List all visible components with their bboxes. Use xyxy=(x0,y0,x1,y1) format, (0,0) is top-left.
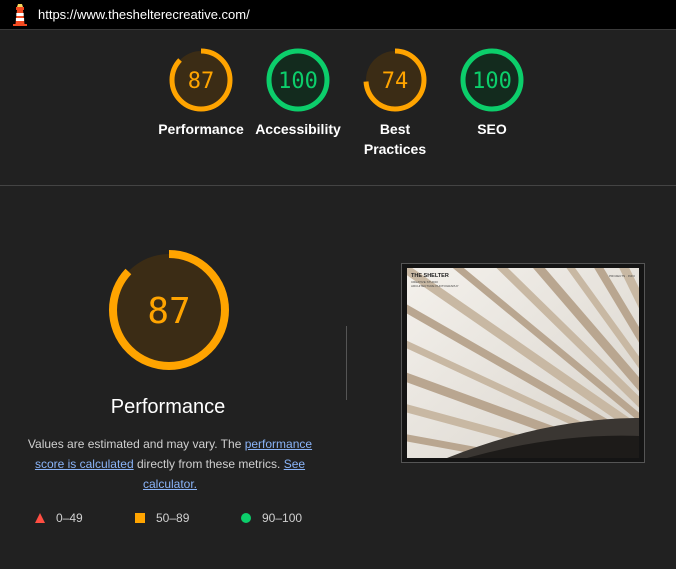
gauge-seo[interactable]: 100 SEO xyxy=(442,47,542,139)
gauge-ring: 74 xyxy=(363,48,427,112)
gauge-ring: 87 xyxy=(169,48,233,112)
gauge-label: Best Practices xyxy=(363,121,427,157)
gauge-score: 87 xyxy=(188,69,215,94)
gauge-score: 100 xyxy=(472,69,512,94)
page-url[interactable]: https://www.theshelterecreative.com/ xyxy=(38,7,250,22)
screenshot-tagline-2: ARCHITECTURE PHOTOGRAPHY xyxy=(411,284,459,288)
triangle-icon xyxy=(35,513,45,523)
legend-item-fail: 0–49 xyxy=(34,511,83,525)
gauge-score: 74 xyxy=(382,69,409,94)
url-bar: https://www.theshelterecreative.com/ xyxy=(0,0,676,30)
score-legend: 0–49 50–89 90–100 xyxy=(0,511,676,527)
screenshot-brand: THE SHELTER xyxy=(411,273,449,279)
legend-item-average: 50–89 xyxy=(134,511,189,525)
screenshot-nav: PROJECTS · INFO xyxy=(609,274,636,278)
square-icon xyxy=(135,513,145,523)
gauge-label: Performance xyxy=(158,121,244,137)
gauge-accessibility[interactable]: 100 Accessibility xyxy=(248,47,348,139)
vertical-separator xyxy=(346,326,347,400)
page-screenshot-thumbnail[interactable]: THE SHELTER CREATIVE STUDIO ARCHITECTURE… xyxy=(401,263,645,463)
gauge-best-practices[interactable]: 74 Best Practices xyxy=(345,47,445,159)
gauge-performance[interactable]: 87 Performance xyxy=(151,47,251,139)
gauge-ring: 100 xyxy=(460,48,524,112)
gauge-ring: 100 xyxy=(266,48,330,112)
performance-title: Performance xyxy=(110,396,226,418)
performance-score: 87 xyxy=(147,291,190,332)
performance-description: Values are estimated and may vary. The p… xyxy=(27,437,313,491)
gauge-label: Accessibility xyxy=(255,121,341,137)
lighthouse-icon xyxy=(13,3,27,26)
gauge-label: SEO xyxy=(477,121,507,137)
architecture-photo: THE SHELTER CREATIVE STUDIO ARCHITECTURE… xyxy=(407,268,639,458)
circle-icon xyxy=(241,513,251,523)
screenshot-image: THE SHELTER CREATIVE STUDIO ARCHITECTURE… xyxy=(407,268,639,458)
legend-item-pass: 90–100 xyxy=(240,511,302,525)
performance-big-gauge: 87 xyxy=(109,250,229,370)
section-divider xyxy=(0,185,676,186)
gauge-score: 100 xyxy=(278,69,318,94)
